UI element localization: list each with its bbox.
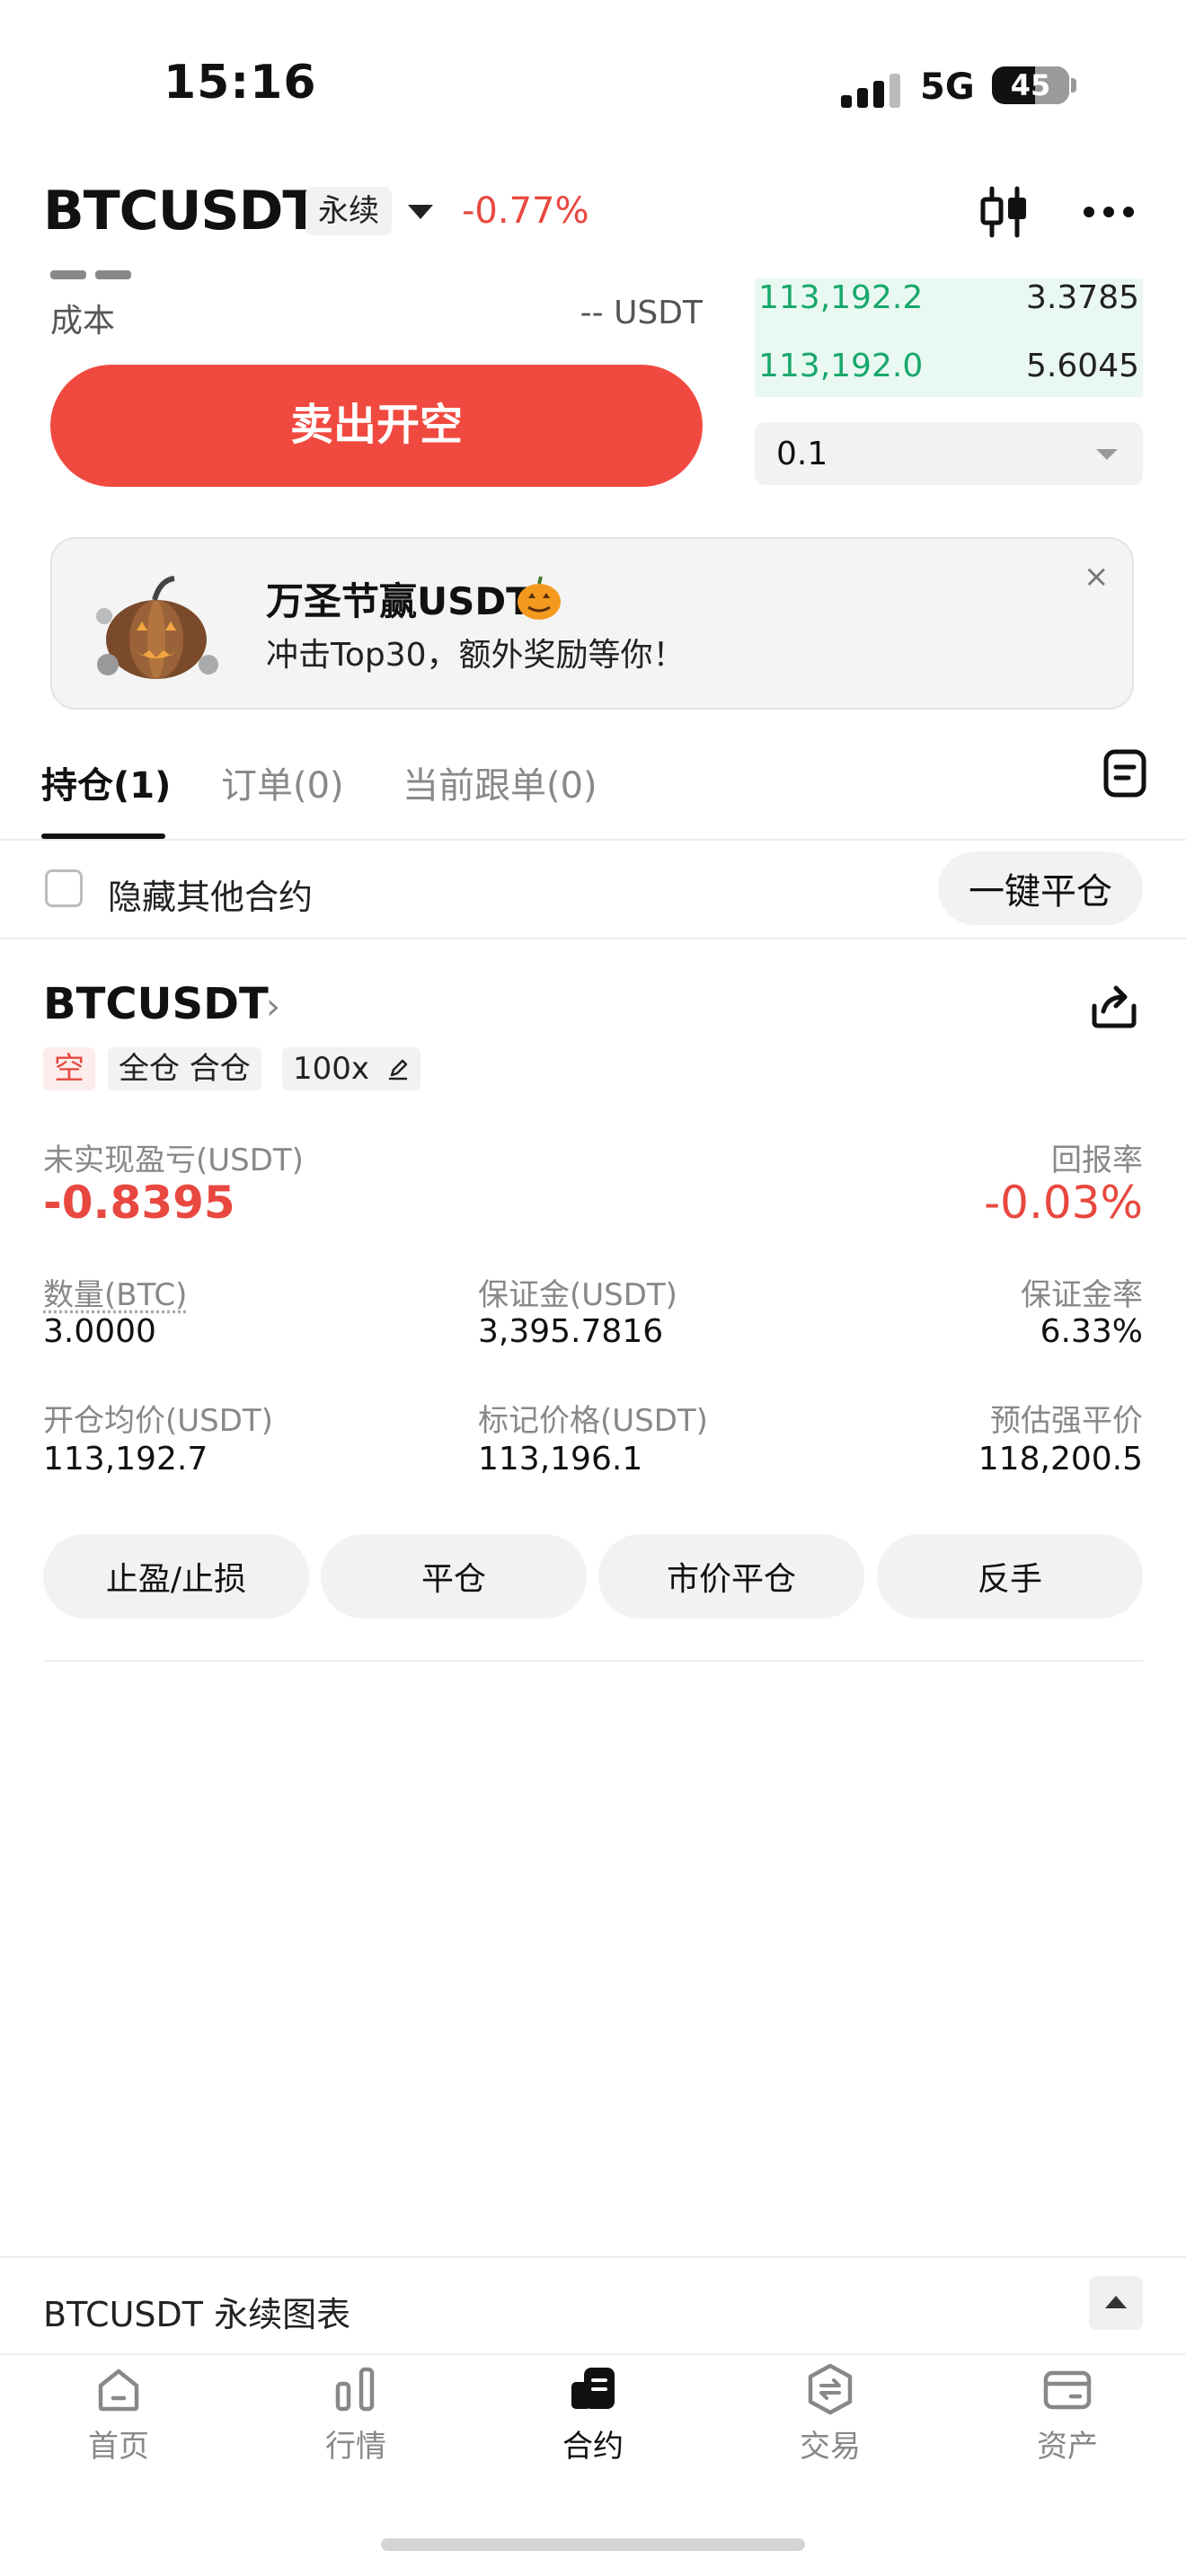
orderbook-price: 113,192.2 <box>758 278 924 316</box>
margin-ratio-value: 6.33% <box>1040 1313 1143 1350</box>
entry-price-label: 开仓均价(USDT) <box>43 1403 273 1439</box>
nav-label: 行情 <box>325 2429 386 2465</box>
contract-type-tag[interactable]: 永续 <box>305 187 392 235</box>
nav-label: 合约 <box>562 2429 624 2465</box>
cost-label: 成本 <box>50 303 116 340</box>
chevron-right-icon[interactable]: › <box>266 986 280 1028</box>
orderbook-price: 113,192.0 <box>758 347 924 384</box>
side-tag: 空 <box>43 1047 95 1090</box>
orderbook-qty: 3.3785 <box>1026 278 1139 316</box>
margin-mode-tag: 全仓 合仓 <box>108 1047 261 1090</box>
candlestick-chart-icon[interactable] <box>979 185 1030 239</box>
close-all-button[interactable]: 一键平仓 <box>938 851 1143 925</box>
close-icon[interactable]: × <box>1084 559 1110 595</box>
chevron-up-icon[interactable] <box>1089 2276 1143 2330</box>
nav-item-trade[interactable]: 交易 <box>740 2360 920 2486</box>
pumpkin-emoji-icon <box>518 576 561 620</box>
pumpkin-illustration-icon <box>96 576 218 679</box>
sell-open-short-button[interactable]: 卖出开空 <box>50 365 703 487</box>
futures-icon <box>571 2368 615 2409</box>
chart-bar-divider <box>0 2256 1186 2258</box>
roi-label: 回报率 <box>1051 1142 1143 1178</box>
card-divider <box>43 1660 1143 1662</box>
nav-label: 首页 <box>88 2429 149 2465</box>
banner-subtitle: 冲击Top30，额外奖励等你！ <box>266 637 686 674</box>
chart-bar-label[interactable]: BTCUSDT 永续图表 <box>43 2287 350 2336</box>
precision-value: 0.1 <box>776 435 828 472</box>
cost-value: -- USDT <box>580 295 703 331</box>
trade-icon <box>808 2363 853 2415</box>
pair-symbol[interactable]: BTCUSDT <box>43 180 319 243</box>
hide-other-contracts-label[interactable]: 隐藏其他合约 <box>108 869 313 919</box>
price-change: -0.77% <box>462 190 589 232</box>
nav-divider <box>0 2353 1186 2355</box>
market-icon <box>335 2367 375 2412</box>
market-close-button[interactable]: 市价平仓 <box>598 1534 864 1619</box>
share-icon[interactable] <box>1091 983 1137 1029</box>
tp-sl-button[interactable]: 止盈/止损 <box>43 1534 309 1619</box>
tabs-divider <box>0 839 1186 841</box>
cellular-signal-icon <box>841 68 900 108</box>
order-history-icon[interactable] <box>1103 749 1146 798</box>
battery-icon: 45 <box>992 66 1069 104</box>
entry-price-value: 113,192.7 <box>43 1441 208 1478</box>
liquidation-price-label: 预估强平价 <box>990 1403 1143 1439</box>
tab-orders[interactable]: 订单(0) <box>221 756 344 808</box>
chevron-down-icon[interactable] <box>408 205 433 219</box>
home-icon <box>98 2369 139 2412</box>
margin-label: 保证金(USDT) <box>478 1277 677 1313</box>
liquidation-price-value: 118,200.5 <box>978 1441 1143 1478</box>
active-tab-indicator <box>41 834 165 839</box>
nav-item-assets[interactable]: 资产 <box>978 2360 1157 2486</box>
mark-price-label: 标记价格(USDT) <box>478 1403 708 1439</box>
margin-value: 3,395.7816 <box>478 1313 664 1350</box>
nav-item-futures[interactable]: 合约 <box>503 2360 683 2486</box>
nav-item-home[interactable]: 首页 <box>29 2360 208 2486</box>
chevron-down-icon <box>1096 449 1118 460</box>
nav-item-market[interactable]: 行情 <box>266 2360 446 2486</box>
leverage-tag[interactable]: 100x <box>282 1047 420 1090</box>
nav-label: 资产 <box>1037 2429 1098 2465</box>
more-options-icon[interactable] <box>1084 203 1134 221</box>
banner-title: 万圣节赢USDT <box>266 579 532 623</box>
roi-value: -0.03% <box>984 1177 1143 1229</box>
nav-label: 交易 <box>800 2429 861 2465</box>
home-indicator[interactable] <box>381 2538 805 2551</box>
leverage-value: 100x <box>293 1051 370 1087</box>
battery-cap <box>1071 78 1076 93</box>
mark-price-value: 113,196.1 <box>478 1441 643 1478</box>
quantity-label: 数量(BTC) <box>43 1277 188 1313</box>
hide-other-contracts-checkbox[interactable] <box>45 869 83 907</box>
close-position-button[interactable]: 平仓 <box>321 1534 587 1619</box>
tab-positions[interactable]: 持仓(1) <box>41 756 171 808</box>
network-type: 5G <box>920 66 975 108</box>
reverse-position-button[interactable]: 反手 <box>877 1534 1143 1619</box>
orderbook-row[interactable]: 113,192.2 3.3785 <box>755 266 1143 329</box>
margin-ratio-label: 保证金率 <box>1021 1277 1143 1313</box>
status-time: 15:16 <box>164 56 317 110</box>
wallet-icon <box>1043 2370 1092 2410</box>
unrealized-pnl-label: 未实现盈亏(USDT) <box>43 1142 304 1178</box>
partial-row-clip <box>50 266 706 280</box>
section-divider <box>0 938 1186 940</box>
orderbook-qty: 5.6045 <box>1026 347 1139 384</box>
orderbook-row[interactable]: 113,192.0 5.6045 <box>755 334 1143 397</box>
precision-select[interactable]: 0.1 <box>755 422 1143 485</box>
tab-copy-trades[interactable]: 当前跟单(0) <box>403 756 597 808</box>
edit-icon[interactable] <box>386 1057 410 1081</box>
position-symbol[interactable]: BTCUSDT <box>43 979 269 1029</box>
unrealized-pnl-value: -0.8395 <box>43 1177 235 1229</box>
battery-level: 45 <box>1010 68 1051 102</box>
quantity-value: 3.0000 <box>43 1313 156 1350</box>
